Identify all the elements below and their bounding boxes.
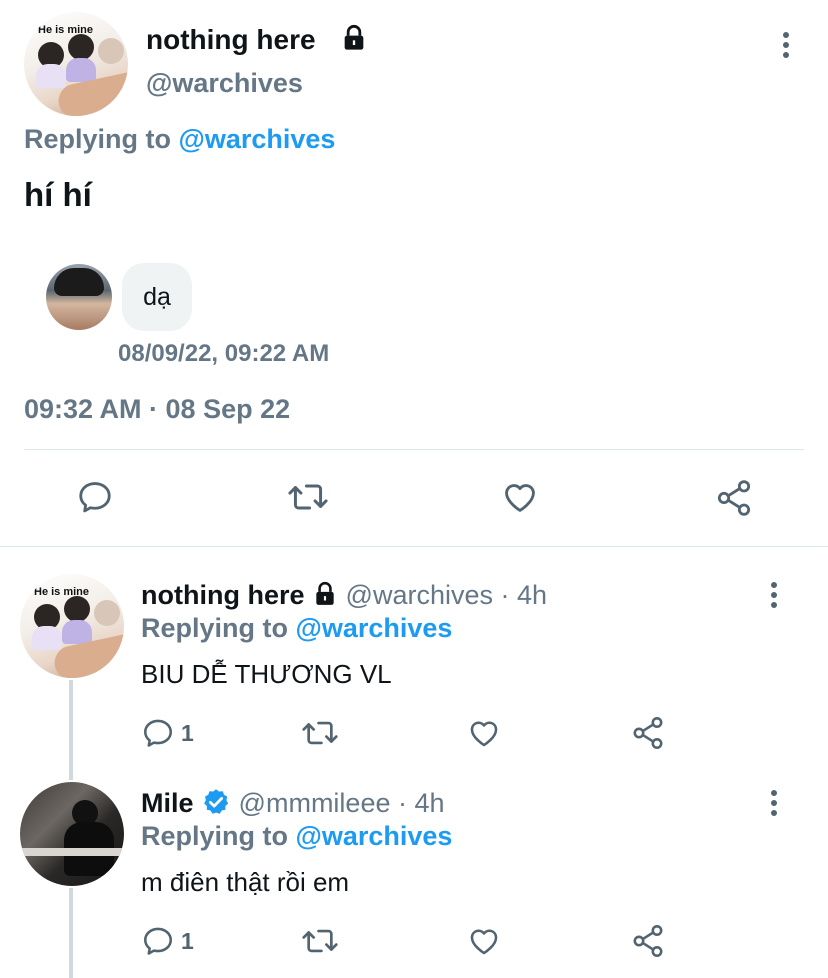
reply-text: m điên thật rồi em (141, 867, 350, 897)
retweet-button[interactable] (286, 478, 330, 516)
more-icon[interactable] (776, 30, 796, 60)
message-text: dạ (143, 282, 171, 311)
tweet-text: hí hí (24, 176, 92, 213)
avatar-face (68, 34, 94, 60)
share-icon (633, 925, 663, 957)
reply-icon (143, 927, 173, 955)
main-display-name[interactable]: nothing here (146, 22, 316, 58)
share-button[interactable] (714, 478, 754, 518)
like-icon (470, 929, 498, 955)
retweet-button[interactable] (300, 716, 340, 750)
tweet-timestamp: 09:32 AM · 08 Sep 22 (24, 394, 291, 424)
avatar-body (36, 64, 66, 88)
section-divider (0, 546, 828, 547)
like-button[interactable] (500, 478, 540, 516)
like-button[interactable] (466, 716, 502, 750)
reply-button[interactable]: 1 (141, 716, 194, 750)
more-icon[interactable] (764, 580, 784, 610)
like-button[interactable] (466, 924, 502, 958)
divider (24, 449, 804, 450)
avatar-face (98, 38, 124, 64)
thread-line (69, 888, 73, 978)
share-icon (633, 717, 663, 749)
avatar-face (64, 596, 90, 622)
retweet-icon (288, 484, 328, 510)
lock-icon (340, 24, 368, 57)
replying-to-handle[interactable]: @warchives (296, 613, 453, 643)
share-button[interactable] (630, 715, 666, 751)
replying-to-label: Replying to (24, 124, 171, 154)
like-icon (505, 484, 535, 512)
reply-display-name[interactable]: Mile (141, 788, 194, 818)
message-bubble: dạ (122, 263, 192, 331)
replying-to: Replying to @warchives (24, 122, 335, 156)
replying-to: Replying to @warchives (141, 611, 452, 645)
reply-avatar[interactable] (20, 782, 124, 886)
reply-icon (143, 719, 173, 747)
reply-button[interactable] (76, 478, 114, 516)
replying-to-label: Replying to (141, 821, 288, 851)
reply-button[interactable]: 1 (141, 924, 194, 958)
like-icon (470, 721, 498, 747)
more-icon[interactable] (764, 788, 784, 818)
retweet-button[interactable] (300, 924, 340, 958)
reply-time: · 4h (398, 788, 445, 818)
reply-header: nothing here @warchives · 4h (141, 578, 547, 612)
lock-icon (316, 581, 334, 605)
reply-display-name[interactable]: nothing here (141, 580, 305, 610)
avatar-body (66, 58, 96, 82)
reply-header: Mile @mmmileee · 4h (141, 786, 445, 820)
reply-count: 1 (181, 719, 194, 746)
reply-avatar[interactable]: He is mine (20, 574, 124, 678)
replying-to-handle[interactable]: @warchives (296, 821, 453, 851)
avatar-body (62, 620, 92, 644)
message-timestamp: 08/09/22, 09:22 AM (118, 340, 330, 367)
share-button[interactable] (630, 923, 666, 959)
avatar-face (94, 600, 120, 626)
reply-time: · 4h (500, 580, 548, 610)
retweet-icon (302, 721, 338, 745)
main-avatar[interactable]: He is mine (24, 12, 128, 116)
reply-handle[interactable]: @mmmileee (239, 788, 391, 818)
verified-badge-icon (204, 789, 229, 814)
replying-to-label: Replying to (141, 613, 288, 643)
reply-icon (79, 482, 111, 513)
avatar-piano (20, 848, 124, 856)
quoted-avatar-hair (54, 268, 104, 296)
quoted-avatar[interactable] (46, 264, 112, 330)
avatar-body (32, 626, 62, 650)
reply-text: BIU DỄ THƯƠNG VL (141, 659, 392, 689)
reply-count: 1 (181, 927, 194, 954)
reply-handle[interactable]: @warchives (346, 580, 493, 610)
thread-line (69, 680, 73, 780)
replying-to-handle[interactable]: @warchives (179, 124, 336, 154)
share-icon (717, 480, 751, 516)
replying-to: Replying to @warchives (141, 819, 452, 853)
retweet-icon (302, 929, 338, 953)
main-handle[interactable]: @warchives (146, 66, 303, 100)
